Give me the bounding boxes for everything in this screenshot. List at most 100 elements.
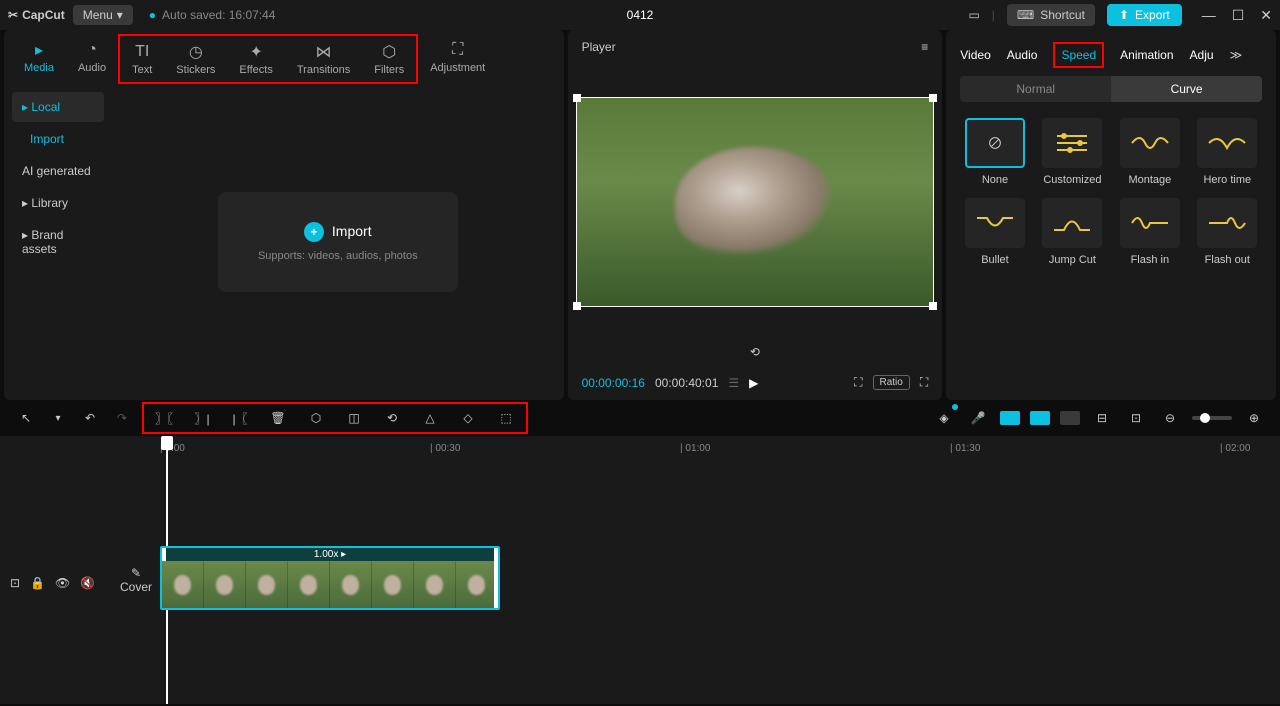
keyboard-icon: ⌨ <box>1017 8 1034 22</box>
tab-media[interactable]: ▸ Media <box>12 34 66 84</box>
mic-tool[interactable]: 🎤 <box>966 406 990 430</box>
subtab-curve[interactable]: Curve <box>1111 76 1262 102</box>
clip-thumbnail <box>372 561 414 609</box>
shield-tool[interactable]: ⬡ <box>304 406 328 430</box>
minimize-button[interactable]: — <box>1202 7 1216 24</box>
sidebar-item-brand[interactable]: ▸ Brand assets <box>12 220 104 264</box>
rp-tab-adjust[interactable]: Adju <box>1190 48 1214 62</box>
resize-handle-br[interactable] <box>929 302 937 310</box>
rotate-tool[interactable]: ◇ <box>456 406 480 430</box>
curve-none[interactable]: None <box>962 118 1027 186</box>
redo-button[interactable]: ↷ <box>110 406 134 430</box>
tab-text[interactable]: TI Text <box>120 36 164 82</box>
lock-track-icon[interactable]: 🔒 <box>30 576 45 590</box>
delete-tool[interactable]: 🗑 <box>266 406 290 430</box>
clip-handle-right[interactable] <box>494 548 500 608</box>
export-button[interactable]: ⬆ Export <box>1107 4 1182 26</box>
crop-tool[interactable]: ⬚ <box>494 406 518 430</box>
app-logo: ✂ CapCut <box>8 8 65 22</box>
marker-tool[interactable]: ◈ <box>932 406 956 430</box>
sidebar-item-local[interactable]: ▸ Local <box>12 92 104 122</box>
zoom-out[interactable]: ⊖ <box>1158 406 1182 430</box>
curve-hero[interactable]: Hero time <box>1195 118 1260 186</box>
ratio-button[interactable]: Ratio <box>873 375 910 390</box>
link-track-icon[interactable]: ⊡ <box>10 576 20 590</box>
ruler-mark: | 01:30 <box>950 443 980 454</box>
zoom-in[interactable]: ⊕ <box>1242 406 1266 430</box>
rp-tab-animation[interactable]: Animation <box>1120 48 1173 62</box>
properties-panel: Video Audio Speed Animation Adju ≫ Norma… <box>946 30 1276 400</box>
curve-flashout[interactable]: Flash out <box>1195 198 1260 266</box>
curve-jumpcut[interactable]: Jump Cut <box>1040 198 1105 266</box>
zoom-slider[interactable] <box>1192 416 1232 420</box>
curve-customized[interactable]: Customized <box>1040 118 1105 186</box>
play-button[interactable]: ▶ <box>749 376 758 390</box>
curve-montage[interactable]: Montage <box>1117 118 1182 186</box>
track-chip1[interactable] <box>1000 411 1020 425</box>
time-current: 00:00:00:16 <box>582 376 645 390</box>
reverse-tool[interactable]: ⟲ <box>380 406 404 430</box>
pointer-options[interactable]: ▾ <box>46 406 70 430</box>
tab-effects[interactable]: ✦ Effects <box>227 36 284 82</box>
pointer-tool[interactable]: ↖ <box>14 406 38 430</box>
split-right-tool[interactable]: |〖 <box>228 406 252 430</box>
mirror-tool[interactable]: △ <box>418 406 442 430</box>
player-canvas[interactable] <box>568 64 943 339</box>
mute-track-icon[interactable]: 🔇 <box>80 576 95 590</box>
curve-label: Jump Cut <box>1040 254 1105 266</box>
curve-label: None <box>962 174 1027 186</box>
curve-bullet[interactable]: Bullet <box>962 198 1027 266</box>
sidebar-item-import[interactable]: Import <box>12 124 104 154</box>
eye-track-icon[interactable]: 👁 <box>55 576 70 590</box>
chevron-down-icon: ▾ <box>117 8 123 22</box>
clip-speed-label: 1.00x ▸ <box>162 548 498 561</box>
tab-stickers[interactable]: ◷ Stickers <box>164 36 227 82</box>
close-button[interactable]: ✕ <box>1260 7 1272 24</box>
split-tool[interactable]: 〗〖 <box>152 406 176 430</box>
maximize-button[interactable]: ☐ <box>1232 7 1245 24</box>
import-dropzone[interactable]: +Import Supports: videos, audios, photos <box>218 192 458 292</box>
align-tool[interactable]: ⊟ <box>1090 406 1114 430</box>
reset-transform-icon[interactable]: ⟲ <box>568 339 943 365</box>
tab-adjustment[interactable]: ⛶ Adjustment <box>418 34 497 84</box>
ruler-mark: | 00:30 <box>430 443 460 454</box>
layout-icon[interactable]: ▭ <box>968 8 979 22</box>
snap-tool[interactable]: ⊡ <box>1124 406 1148 430</box>
track-chip3[interactable] <box>1060 411 1080 425</box>
rp-tab-audio[interactable]: Audio <box>1007 48 1038 62</box>
timeline-ruler[interactable]: | 0:00 | 00:30 | 01:00 | 01:30 | 02:00 <box>0 436 1280 460</box>
menu-button[interactable]: Menu ▾ <box>73 5 133 25</box>
clip-thumbnail <box>246 561 288 609</box>
rp-tab-video[interactable]: Video <box>960 48 990 62</box>
timeline-clip[interactable]: 1.00x ▸ <box>160 546 500 610</box>
export-label: Export <box>1135 8 1170 22</box>
fullscreen-icon[interactable]: ⛶ <box>920 375 928 390</box>
shortcut-button[interactable]: ⌨ Shortcut <box>1007 4 1095 26</box>
curve-flashin[interactable]: Flash in <box>1117 198 1182 266</box>
clip-thumbnail <box>162 561 204 609</box>
autosave-text: Auto saved: 16:07:44 <box>162 8 275 22</box>
resize-handle-tr[interactable] <box>929 94 937 102</box>
subtab-normal[interactable]: Normal <box>960 76 1111 102</box>
app-name: CapCut <box>22 8 65 22</box>
tab-transitions[interactable]: ⋈ Transitions <box>285 36 362 82</box>
undo-button[interactable]: ↶ <box>78 406 102 430</box>
frame-tool[interactable]: ◫ <box>342 406 366 430</box>
split-left-tool[interactable]: 〗| <box>190 406 214 430</box>
list-icon[interactable]: ☰ <box>728 376 739 390</box>
scan-icon[interactable]: ⛶ <box>854 375 862 390</box>
tab-filters[interactable]: ⬡ Filters <box>362 36 416 82</box>
video-frame[interactable] <box>576 97 934 307</box>
track-chip2[interactable] <box>1030 411 1050 425</box>
tab-label: Transitions <box>297 64 350 76</box>
rp-tab-speed[interactable]: Speed <box>1053 42 1104 68</box>
timeline[interactable]: | 0:00 | 00:30 | 01:00 | 01:30 | 02:00 ⊡… <box>0 436 1280 704</box>
tab-audio[interactable]: ◔ Audio <box>66 34 118 84</box>
cover-button[interactable]: ✎ Cover <box>120 566 152 594</box>
resize-handle-tl[interactable] <box>573 94 581 102</box>
more-icon[interactable]: ≫ <box>1230 48 1243 62</box>
sidebar-item-ai[interactable]: AI generated <box>12 156 104 186</box>
resize-handle-bl[interactable] <box>573 302 581 310</box>
sidebar-item-library[interactable]: ▸ Library <box>12 188 104 218</box>
player-menu-icon[interactable]: ≡ <box>921 40 928 54</box>
